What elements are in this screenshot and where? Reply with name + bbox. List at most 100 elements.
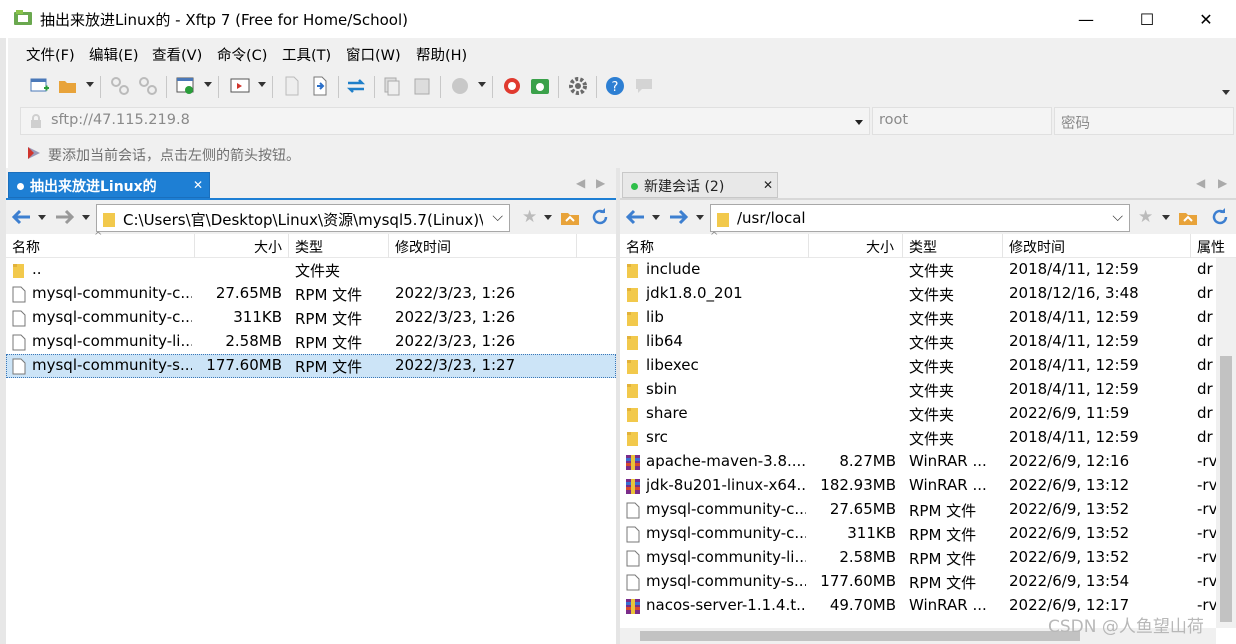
refresh-icon[interactable] bbox=[590, 207, 610, 227]
tab-scroll-left-icon[interactable]: ◀ bbox=[1196, 176, 1205, 190]
home-folder-icon[interactable] bbox=[560, 207, 580, 227]
new-window-icon[interactable] bbox=[176, 76, 196, 96]
file-row[interactable]: mysql-community-s... 177.60MB RPM 文件 2022/6… bbox=[620, 570, 1236, 594]
file-row[interactable]: sbin 文件夹 2018/4/11, 12:59 dr bbox=[620, 378, 1236, 402]
forward-arrow-icon[interactable] bbox=[668, 206, 690, 228]
column-size[interactable]: 大小 bbox=[866, 237, 894, 257]
menu-command[interactable]: 命令(C) bbox=[217, 44, 267, 65]
file-size: 311KB bbox=[233, 308, 282, 326]
tab-remote-label: 新建会话 (2) bbox=[644, 179, 725, 195]
toolbar-overflow-icon[interactable] bbox=[1222, 90, 1230, 95]
file-row[interactable]: mysql-community-c... 27.65MB RPM 文件 2022/6/… bbox=[620, 498, 1236, 522]
forward-arrow-icon[interactable] bbox=[54, 206, 76, 228]
column-divider bbox=[902, 234, 903, 258]
scroll-thumb[interactable] bbox=[640, 631, 1080, 641]
close-button[interactable]: ✕ bbox=[1183, 0, 1229, 38]
favorite-dropdown-icon[interactable] bbox=[544, 215, 552, 220]
close-tab-icon[interactable]: ✕ bbox=[763, 178, 773, 192]
file-name: mysql-community-c... bbox=[32, 308, 192, 326]
file-row[interactable]: mysql-community-c... 311KB RPM 文件 2022/3/23… bbox=[6, 306, 616, 330]
column-mtime[interactable]: 修改时间 bbox=[395, 237, 451, 257]
svg-text:?: ? bbox=[612, 80, 619, 95]
column-name[interactable]: 名称 bbox=[12, 237, 40, 257]
remote-tab-row: 新建会话 (2) ✕ ◀ ▶ bbox=[620, 168, 1236, 198]
refresh-icon[interactable] bbox=[1210, 207, 1230, 227]
column-type[interactable]: 类型 bbox=[295, 237, 323, 257]
file-row[interactable]: .. 文件夹 bbox=[6, 258, 616, 282]
favorite-star-icon[interactable]: ★ bbox=[522, 207, 542, 227]
forward-dropdown-icon[interactable] bbox=[82, 215, 90, 220]
file-mtime: 2022/6/9, 13:54 bbox=[1009, 572, 1130, 590]
file-row[interactable]: jdk1.8.0_201 文件夹 2018/12/16, 3:48 dr bbox=[620, 282, 1236, 306]
menu-help[interactable]: 帮助(H) bbox=[416, 44, 467, 65]
tab-scroll-right-icon[interactable]: ▶ bbox=[596, 176, 605, 190]
file-row[interactable]: lib 文件夹 2018/4/11, 12:59 dr bbox=[620, 306, 1236, 330]
file-row[interactable]: mysql-community-c... 27.65MB RPM 文件 2022/3/… bbox=[6, 282, 616, 306]
terminal-icon[interactable] bbox=[230, 76, 250, 96]
tab-remote-session[interactable]: 新建会话 (2) ✕ bbox=[622, 172, 778, 198]
open-folder-icon[interactable] bbox=[58, 76, 78, 96]
new-window-dropdown-icon[interactable] bbox=[204, 82, 212, 87]
column-divider bbox=[388, 234, 389, 258]
column-mtime[interactable]: 修改时间 bbox=[1009, 237, 1065, 257]
menu-edit[interactable]: 编辑(E) bbox=[89, 44, 138, 65]
favorite-dropdown-icon[interactable] bbox=[1162, 215, 1170, 220]
menu-tools[interactable]: 工具(T) bbox=[282, 44, 331, 65]
menu-window[interactable]: 窗口(W) bbox=[346, 44, 401, 65]
favorite-star-icon[interactable]: ★ bbox=[1138, 207, 1158, 227]
file-row[interactable]: apache-maven-3.8.... 8.27MB WinRAR ... 2022… bbox=[620, 450, 1236, 474]
chevron-down-icon[interactable]: ⌵ bbox=[492, 209, 503, 225]
remote-path-input[interactable]: /usr/local ⌵ bbox=[710, 204, 1130, 232]
chevron-down-icon[interactable]: ⌵ bbox=[1112, 209, 1123, 225]
local-path-input[interactable]: C:\Users\官\Desktop\Linux\资源\mysql5.7(Lin… bbox=[96, 204, 510, 232]
scroll-thumb[interactable] bbox=[1220, 356, 1232, 622]
back-dropdown-icon[interactable] bbox=[652, 215, 660, 220]
close-tab-icon[interactable]: ✕ bbox=[193, 178, 203, 192]
tab-scroll-left-icon[interactable]: ◀ bbox=[576, 176, 585, 190]
file-row[interactable]: mysql-community-c... 311KB RPM 文件 2022/6/9,… bbox=[620, 522, 1236, 546]
add-session-arrow-icon[interactable] bbox=[26, 145, 42, 161]
sync-icon[interactable] bbox=[346, 76, 366, 96]
file-row[interactable]: mysql-community-li... 2.58MB RPM 文件 2022/6/… bbox=[620, 546, 1236, 570]
back-arrow-icon[interactable] bbox=[624, 206, 646, 228]
file-row[interactable]: share 文件夹 2022/6/9, 11:59 dr bbox=[620, 402, 1236, 426]
forward-dropdown-icon[interactable] bbox=[696, 215, 704, 220]
file-mtime: 2022/3/23, 1:26 bbox=[395, 308, 516, 326]
xftp-icon[interactable] bbox=[530, 76, 550, 96]
back-arrow-icon[interactable] bbox=[10, 206, 32, 228]
folder-icon bbox=[626, 310, 640, 327]
help-icon[interactable]: ? bbox=[605, 76, 625, 96]
minimize-button[interactable]: — bbox=[1063, 0, 1109, 38]
file-row[interactable]: include 文件夹 2018/4/11, 12:59 dr bbox=[620, 258, 1236, 282]
column-name[interactable]: 名称 bbox=[626, 237, 654, 257]
home-folder-icon[interactable] bbox=[1178, 207, 1198, 227]
file-size: 2.58MB bbox=[839, 548, 896, 566]
new-session-icon[interactable] bbox=[30, 76, 50, 96]
back-dropdown-icon[interactable] bbox=[38, 215, 46, 220]
password-field[interactable]: 密码 bbox=[1054, 107, 1234, 135]
tab-local-session[interactable]: 抽出来放进Linux的 ✕ bbox=[8, 172, 210, 198]
open-dropdown-icon[interactable] bbox=[86, 82, 94, 87]
settings-gear-icon[interactable] bbox=[568, 76, 588, 96]
vertical-scrollbar[interactable] bbox=[1216, 258, 1236, 628]
menu-view[interactable]: 查看(V) bbox=[152, 44, 202, 65]
menu-file[interactable]: 文件(F) bbox=[26, 44, 75, 65]
file-row[interactable]: src 文件夹 2018/4/11, 12:59 dr bbox=[620, 426, 1236, 450]
xshell-icon[interactable] bbox=[502, 76, 522, 96]
terminal-dropdown-icon[interactable] bbox=[258, 82, 266, 87]
column-type[interactable]: 类型 bbox=[909, 237, 937, 257]
file-mtime: 2018/4/11, 12:59 bbox=[1009, 356, 1139, 374]
file-row[interactable]: lib64 文件夹 2018/4/11, 12:59 dr bbox=[620, 330, 1236, 354]
download-icon[interactable] bbox=[310, 76, 330, 96]
tab-scroll-right-icon[interactable]: ▶ bbox=[1218, 176, 1227, 190]
column-attr[interactable]: 属性 bbox=[1197, 237, 1225, 257]
file-row[interactable]: mysql-community-s... 177.60MB RPM 文件 2022/3… bbox=[6, 354, 616, 378]
file-row[interactable]: mysql-community-li... 2.58MB RPM 文件 2022/3/… bbox=[6, 330, 616, 354]
maximize-button[interactable]: ☐ bbox=[1124, 0, 1170, 38]
column-size[interactable]: 大小 bbox=[254, 237, 282, 257]
host-address-input[interactable]: sftp://47.115.219.8 bbox=[20, 107, 870, 135]
file-row[interactable]: libexec 文件夹 2018/4/11, 12:59 dr bbox=[620, 354, 1236, 378]
chevron-down-icon[interactable] bbox=[855, 120, 863, 125]
file-row[interactable]: jdk-8u201-linux-x64... 182.93MB WinRAR ...… bbox=[620, 474, 1236, 498]
username-field[interactable]: root bbox=[872, 107, 1052, 135]
